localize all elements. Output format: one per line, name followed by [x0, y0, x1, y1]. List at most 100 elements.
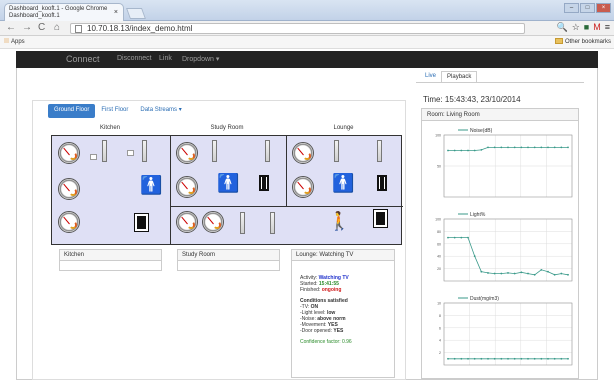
room-header-lounge: Lounge [333, 125, 354, 131]
noise-gauge-icon [292, 142, 314, 164]
close-window-icon[interactable]: × [596, 3, 611, 13]
data-point [467, 357, 469, 360]
dust-gauge-icon [176, 211, 198, 233]
close-tab-icon[interactable]: × [114, 9, 118, 16]
data-point [527, 272, 529, 275]
gmail-icon[interactable]: M [593, 22, 601, 33]
browser-tab[interactable]: Dashboard_kooft.1 - Google Chrome Dashbo… [4, 3, 124, 21]
data-point [520, 146, 523, 149]
temperature-thermometer-icon [212, 140, 217, 162]
reload-icon[interactable]: C [38, 22, 45, 33]
data-point [567, 357, 569, 360]
legend-label: Dust(mg/m3) [470, 296, 499, 302]
data-point [500, 272, 503, 275]
data-point [527, 357, 529, 360]
star-icon[interactable]: ☆ [572, 22, 580, 33]
data-point [567, 146, 569, 149]
kitchen-info-panel: Kitchen [59, 249, 162, 271]
sensor-thermometer-icon [270, 212, 275, 234]
folder-icon [554, 38, 563, 45]
tab-title: Dashboard_kooft.1 [9, 13, 60, 19]
other-bookmarks[interactable]: Other bookmarks [554, 36, 611, 48]
data-point [560, 146, 563, 149]
data-point [480, 270, 483, 273]
toolbar-right: 🔍 ☆ ■ M ≡ [557, 22, 611, 33]
new-tab-button[interactable] [125, 8, 147, 19]
door-closed-icon [134, 213, 149, 232]
address-bar[interactable]: 10.70.18.13/index_demo.html [70, 23, 525, 34]
lounge-info-panel: Lounge: Watching TV Activity: Watching T… [291, 249, 395, 378]
zoom-icon[interactable]: 🔍 [557, 22, 568, 33]
study-info-panel: Study Room [177, 249, 280, 271]
plot-frame [443, 302, 573, 366]
nav-link[interactable]: Link [159, 55, 172, 62]
minimize-icon[interactable]: – [564, 3, 579, 13]
person-standing-icon: 🚹 [140, 175, 163, 195]
page-icon [75, 25, 82, 33]
tab-data-streams[interactable]: Data Streams ▾ [134, 104, 187, 118]
room-charts-panel: Room: Living Room 50 100 Noise(dB) 20 40 60 80… [421, 108, 579, 379]
condition-value: YES [333, 328, 344, 334]
data-point [547, 146, 549, 149]
data-point [460, 236, 463, 239]
y-tick-label: 80 [437, 230, 441, 234]
menu-icon[interactable]: ≡ [605, 22, 610, 33]
finished-label: Finished: [300, 287, 321, 293]
floor-tabs: Ground Floor First Floor Data Streams ▾ [48, 104, 188, 118]
sensor-charts: 50 100 Noise(dB) 20 40 60 80 100 Light% 2 4 6 8 10 Dus… [435, 128, 573, 366]
nav-brand[interactable]: Connect [66, 54, 100, 64]
y-tick-label: 60 [437, 242, 441, 246]
data-point [540, 146, 543, 149]
room-title: Room: Living Room [422, 109, 578, 121]
data-point [553, 273, 556, 276]
y-tick-label: 4 [439, 339, 441, 343]
condition-label: -Door opened: [300, 328, 332, 334]
data-point [493, 357, 496, 360]
data-point [520, 357, 523, 360]
back-icon[interactable]: ← [6, 22, 16, 33]
home-icon[interactable]: ⌂ [54, 22, 60, 33]
data-point [533, 357, 536, 360]
forward-icon[interactable]: → [22, 22, 32, 33]
apps-link[interactable]: Apps [4, 36, 25, 48]
data-point [473, 357, 476, 360]
light-gauge-icon [292, 176, 314, 198]
condition-row: -Door opened: YES [300, 328, 386, 334]
url-text: 10.70.18.13/index_demo.html [87, 24, 193, 33]
light-gauge-icon [58, 178, 80, 200]
extension-icon[interactable]: ■ [584, 22, 589, 33]
study-panel-title: Study Room [178, 250, 279, 261]
data-point [513, 272, 516, 275]
data-point [507, 272, 509, 274]
site-navbar: Connect Disconnect Link Dropdown ▾ [16, 51, 598, 68]
y-tick-label: 40 [437, 255, 441, 259]
temperature-thermometer-icon [334, 140, 339, 162]
humidity-thermometer-icon [265, 140, 270, 162]
data-point [487, 146, 489, 149]
person-standing-icon: 🚹 [332, 173, 355, 193]
nav-disconnect[interactable]: Disconnect [117, 55, 152, 62]
data-point [493, 146, 496, 149]
nav-dropdown[interactable]: Dropdown ▾ [182, 55, 219, 63]
legend-label: Light% [470, 212, 486, 218]
current-time: Time: 15:43:43, 23/10/2014 [423, 95, 521, 104]
tab-first-floor[interactable]: First Floor [95, 104, 134, 118]
data-point [473, 149, 476, 152]
data-point [453, 357, 456, 360]
sensor-thermometer-icon [240, 212, 245, 234]
maximize-icon[interactable]: □ [580, 3, 595, 13]
tab-ground-floor[interactable]: Ground Floor [48, 104, 96, 118]
sensor-label [90, 154, 97, 160]
data-point [553, 357, 556, 360]
data-point [540, 357, 543, 360]
noise-gauge-icon [58, 142, 80, 164]
data-point [500, 146, 503, 149]
wall-divider [170, 136, 171, 244]
data-point [447, 149, 449, 152]
humidity-thermometer-icon [377, 140, 382, 162]
data-point [487, 357, 489, 360]
sensor-label [127, 150, 134, 156]
data-point [560, 272, 563, 275]
room-header-study: Study Room [210, 125, 244, 131]
browser-titlebar: Dashboard_kooft.1 - Google Chrome Dashbo… [0, 0, 614, 21]
